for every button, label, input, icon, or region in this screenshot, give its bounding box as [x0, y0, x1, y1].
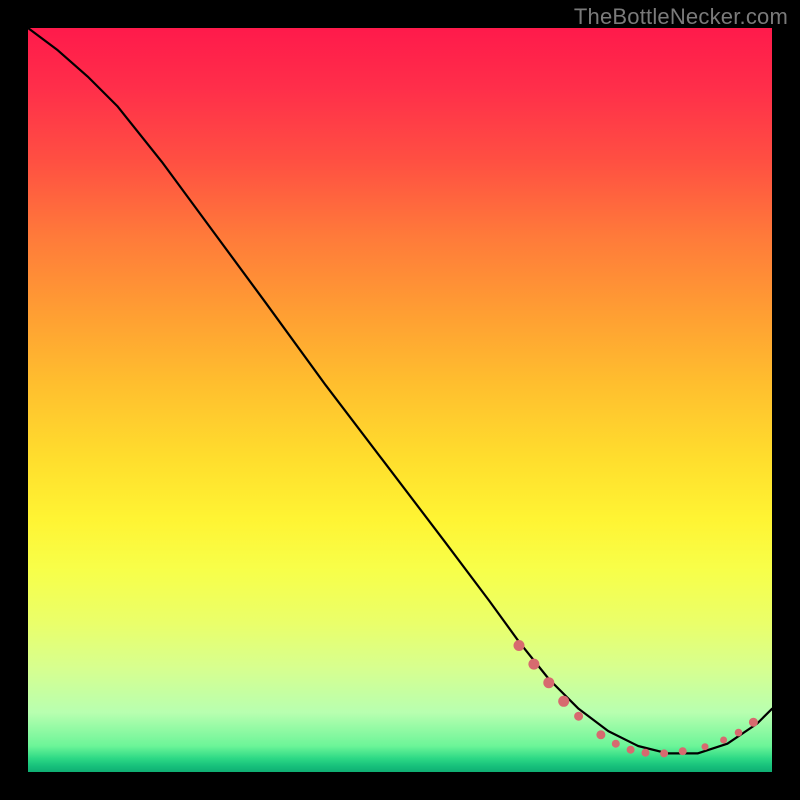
marker-dot [735, 729, 743, 737]
bottleneck-curve [28, 28, 772, 753]
marker-dot [514, 640, 525, 651]
plot-area [28, 28, 772, 772]
curve-svg [28, 28, 772, 772]
marker-dot [558, 696, 569, 707]
chart-canvas: TheBottleNecker.com [0, 0, 800, 800]
marker-dot [679, 747, 687, 755]
marker-dot [627, 746, 635, 754]
marker-dot [596, 730, 605, 739]
marker-dot [702, 743, 709, 750]
watermark-label: TheBottleNecker.com [574, 4, 788, 30]
marker-dot [543, 677, 554, 688]
marker-dot [574, 712, 583, 721]
marker-dot [660, 749, 668, 757]
curve-markers [514, 640, 758, 757]
marker-dot [720, 737, 727, 744]
marker-dot [612, 740, 620, 748]
marker-dot [642, 749, 650, 757]
marker-dot [528, 659, 539, 670]
marker-dot [749, 718, 758, 727]
